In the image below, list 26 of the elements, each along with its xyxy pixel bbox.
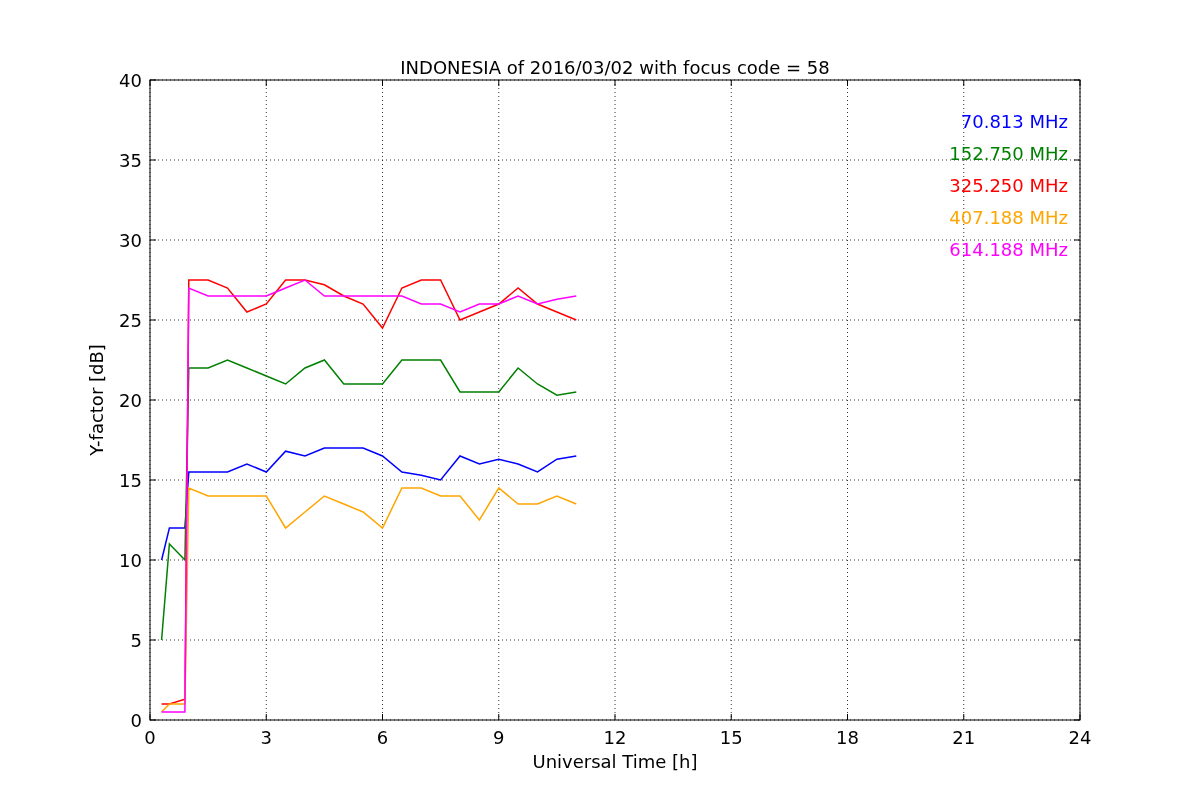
y-tick-label: 25	[119, 310, 142, 331]
x-tick-label: 6	[376, 727, 389, 748]
y-tick-label: 30	[119, 230, 142, 251]
y-tick-label: 20	[119, 390, 142, 411]
x-tick-label: 18	[836, 727, 859, 748]
x-tick-label: 3	[260, 727, 272, 748]
x-tick-label: 15	[719, 727, 743, 748]
y-tick-label: 40	[119, 70, 142, 91]
x-tick-label: 0	[144, 727, 156, 748]
x-tick-label: 21	[952, 727, 976, 748]
y-tick-label: 15	[119, 470, 142, 491]
x-tick-label: 9	[493, 727, 505, 748]
x-axis-label: Universal Time [h]	[532, 751, 698, 772]
y-tick-label: 35	[119, 150, 142, 171]
legend-label: 614.188 MHz	[949, 239, 1068, 260]
x-tick-label: 12	[603, 727, 627, 748]
legend-label: 70.813 MHz	[960, 111, 1068, 132]
legend-label: 325.250 MHz	[949, 175, 1068, 196]
chart-title: INDONESIA of 2016/03/02 with focus code = 58	[400, 57, 830, 78]
y-tick-label: 0	[130, 710, 142, 731]
y-axis-label: Y-factor [dB]	[86, 344, 107, 456]
y-tick-label: 10	[119, 550, 142, 571]
x-tick-label: 24	[1068, 727, 1092, 748]
legend-label: 407.188 MHz	[949, 207, 1068, 228]
legend-label: 152.750 MHz	[949, 143, 1068, 164]
y-tick-label: 5	[130, 630, 142, 651]
